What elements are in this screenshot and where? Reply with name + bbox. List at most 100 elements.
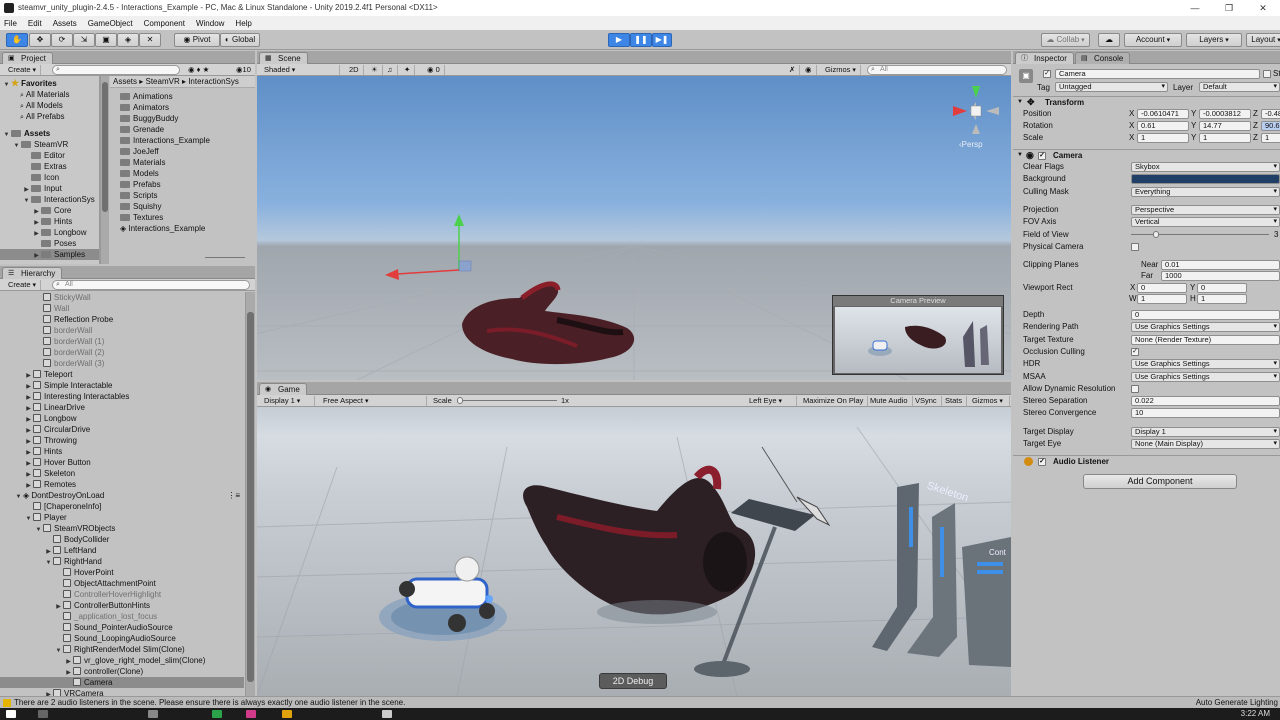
asset-folder-item[interactable]: BuggyBuddy	[120, 113, 178, 124]
hierarchy-row[interactable]: ▶ CircularDrive	[0, 424, 244, 435]
fov-slider-knob[interactable]	[1153, 230, 1159, 238]
scale-tool-button[interactable]: ⇲	[73, 33, 95, 47]
hierarchy-row[interactable]: ObjectAttachmentPoint	[0, 578, 244, 589]
viewport-x-field[interactable]: 0	[1137, 283, 1187, 293]
project-search-input[interactable]	[52, 65, 180, 75]
stats-toggle[interactable]: Stats	[941, 396, 968, 406]
project-folder-item[interactable]: ▶ Longbow	[0, 227, 99, 238]
hierarchy-row[interactable]: Reflection Probe	[0, 314, 244, 325]
camera-prop-checkbox[interactable]: ✓	[1131, 347, 1139, 356]
asset-folder-item[interactable]: Squishy	[120, 201, 161, 212]
pause-button[interactable]: ❚❚	[630, 33, 652, 47]
play-button[interactable]: ▶	[608, 33, 630, 47]
camera-prop-value[interactable]: 10	[1131, 408, 1280, 419]
asset-folder-item[interactable]: JoeJeff	[120, 146, 159, 157]
menu-component[interactable]: Component	[144, 19, 185, 28]
lighting-toggle[interactable]: ☀	[367, 65, 383, 75]
fov-value[interactable]: 3	[1274, 229, 1278, 240]
asset-folder-item[interactable]: Scripts	[120, 190, 157, 201]
cloud-services-button[interactable]: ☁	[1098, 33, 1120, 47]
hierarchy-row[interactable]: borderWall (2)	[0, 347, 244, 358]
hand-tool-button[interactable]: ✋	[6, 33, 28, 47]
hierarchy-row[interactable]: BodyCollider	[0, 534, 244, 545]
project-folder-item[interactable]: Poses	[0, 238, 99, 249]
project-folder-item[interactable]: ▶ Hints	[0, 216, 99, 227]
icon-size-slider[interactable]	[205, 257, 245, 261]
audio-toggle[interactable]: ♫	[383, 65, 398, 75]
favorite-item[interactable]: ⌕ All Materials	[20, 89, 69, 100]
hierarchy-row[interactable]: Sound_LoopingAudioSource	[0, 633, 244, 644]
menu-gameobject[interactable]: GameObject	[88, 19, 133, 28]
tab-project[interactable]: ▣ Project	[2, 52, 53, 64]
hierarchy-row[interactable]: ▶ VRCamera	[0, 688, 244, 696]
transform-header[interactable]: ▼ ✥ Transform	[1013, 96, 1280, 108]
asset-folder-item[interactable]: Models	[120, 168, 159, 179]
camera-component-header[interactable]: ▼ ◉ ✓ Camera	[1013, 149, 1280, 161]
asset-folder-item[interactable]: Textures	[120, 212, 163, 223]
camera-prop-value[interactable]: Everything	[1131, 186, 1280, 197]
aspect-dropdown[interactable]: Free Aspect	[319, 396, 427, 406]
minimize-button[interactable]: —	[1178, 0, 1212, 16]
folder-fold-icon[interactable]: ▶	[32, 251, 41, 262]
favorites-header[interactable]: ▼ ★ Favorites	[2, 78, 57, 89]
filter-icons[interactable]: ◉ ♦ ★	[184, 65, 213, 75]
breadcrumb-interactionsys[interactable]: InteractionSys	[188, 77, 239, 86]
hierarchy-row[interactable]: [ChaperoneInfo]	[0, 501, 244, 512]
chrome-icon[interactable]	[212, 710, 222, 718]
maximize-on-play-toggle[interactable]: Maximize On Play	[799, 396, 869, 406]
asset-folder-item[interactable]: Materials	[120, 157, 165, 168]
project-tree-scrollbar[interactable]	[100, 76, 109, 264]
app-icon[interactable]	[148, 710, 158, 718]
hierarchy-row[interactable]: ▼ Player	[0, 512, 244, 523]
status-message[interactable]: There are 2 audio listeners in the scene…	[14, 698, 405, 707]
custom-tool-button[interactable]: ✕	[139, 33, 161, 47]
object-name-field[interactable]: Camera	[1055, 69, 1260, 79]
vsync-toggle[interactable]: VSync	[911, 396, 942, 406]
rect-tool-button[interactable]: ▣	[95, 33, 117, 47]
auto-generate-lighting[interactable]: Auto Generate Lighting	[1196, 697, 1278, 708]
viewport-w-field[interactable]: 1	[1137, 294, 1187, 304]
assets-header[interactable]: ▼ Assets	[2, 128, 51, 139]
hierarchy-row[interactable]: ControllerHoverHighlight	[0, 589, 244, 600]
menu-assets[interactable]: Assets	[53, 19, 77, 28]
viewport-y-field[interactable]: 0	[1197, 283, 1247, 293]
mute-audio-toggle[interactable]: Mute Audio	[866, 396, 913, 406]
hierarchy-row[interactable]: borderWall (1)	[0, 336, 244, 347]
layout-dropdown[interactable]: Layout	[1246, 33, 1280, 47]
project-folder-item[interactable]: ▶ Core	[0, 205, 99, 216]
audio-listener-header[interactable]: ✓ Audio Listener	[1013, 455, 1280, 467]
rotate-tool-button[interactable]: ⟳	[51, 33, 73, 47]
rotation-x-field[interactable]: 0.61	[1137, 121, 1189, 131]
hierarchy-row[interactable]: ▼ SteamVRObjects	[0, 523, 244, 534]
camera-prop-value[interactable]: 0.022	[1131, 396, 1280, 407]
favorite-item[interactable]: ⌕ All Models	[20, 100, 63, 111]
shading-mode-dropdown[interactable]: Shaded	[260, 65, 340, 75]
asset-folder-item[interactable]: Animations	[120, 91, 173, 102]
camera-prop-value[interactable]: Use Graphics Settings	[1131, 371, 1280, 382]
fov-slider[interactable]	[1131, 233, 1269, 235]
hierarchy-row[interactable]: _application_lost_focus	[0, 611, 244, 622]
tag-dropdown[interactable]: Untagged	[1055, 82, 1168, 92]
game-gizmos-dropdown[interactable]: Gizmos	[968, 396, 1010, 406]
hierarchy-row[interactable]: ▶ Remotes	[0, 479, 244, 490]
scale-slider-knob[interactable]	[457, 397, 463, 404]
tab-scene[interactable]: ▦ Scene	[259, 52, 308, 64]
global-toggle[interactable]: ◐ Global	[220, 33, 260, 47]
scale-y-field[interactable]: 1	[1199, 133, 1251, 143]
hierarchy-row[interactable]: ▶ controller(Clone)	[0, 666, 244, 677]
background-color-swatch[interactable]	[1131, 174, 1280, 185]
static-checkbox[interactable]	[1263, 70, 1271, 78]
scale-slider[interactable]	[457, 400, 557, 401]
asset-folder-item[interactable]: Interactions_Example	[120, 135, 210, 146]
hierarchy-row[interactable]: ▶ vr_glove_right_model_slim(Clone)	[0, 655, 244, 666]
camera-prop-value[interactable]: Display 1	[1131, 426, 1280, 437]
hierarchy-row[interactable]: ▶ Hover Button	[0, 457, 244, 468]
camera-prop-value[interactable]: None (Render Texture)	[1131, 334, 1280, 345]
position-x-field[interactable]: -0.0610471	[1137, 109, 1189, 119]
scale-x-field[interactable]: 1	[1137, 133, 1189, 143]
project-folder-item[interactable]: ▼ SteamVR	[0, 139, 99, 150]
rotation-y-field[interactable]: 14.77	[1199, 121, 1251, 131]
maximize-button[interactable]: ❐	[1212, 0, 1246, 16]
camera-settings-button[interactable]: ◉	[801, 65, 817, 75]
hierarchy-row[interactable]: Sound_PointerAudioSource	[0, 622, 244, 633]
